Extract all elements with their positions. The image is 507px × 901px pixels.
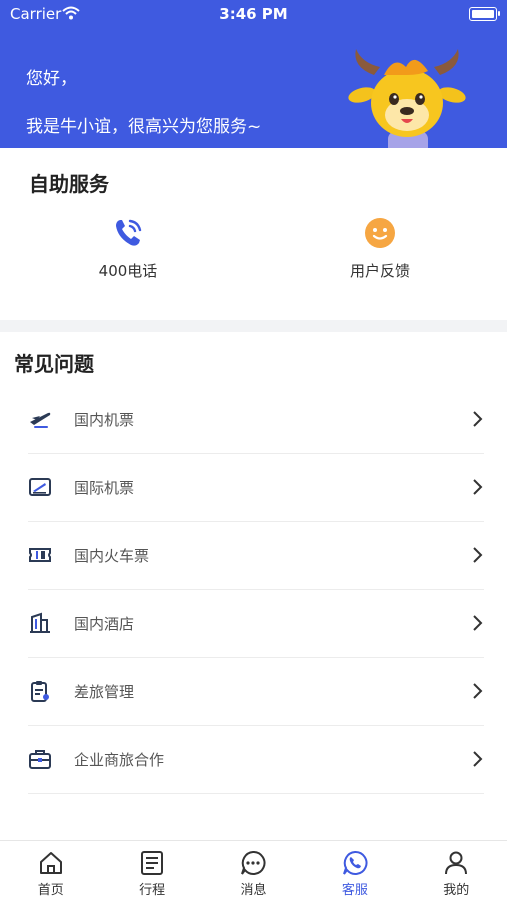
tab-profile[interactable]: 我的 (406, 841, 507, 901)
business-cooperation-icon (29, 750, 51, 769)
greeting-line-2: 我是牛小谊，很高兴为您服务~ (26, 117, 262, 137)
message-icon (241, 850, 266, 875)
status-time: 3:46 PM (219, 5, 288, 23)
chevron-right-icon (473, 479, 483, 495)
chevron-right-icon (473, 683, 483, 699)
phone-400-label: 400电话 (98, 262, 158, 280)
tab-label: 消息 (240, 883, 267, 898)
battery-icon (469, 7, 500, 21)
tab-messages[interactable]: 消息 (203, 841, 304, 901)
chevron-right-icon (473, 615, 483, 631)
domestic-flight-icon (30, 412, 51, 428)
chevron-right-icon (473, 411, 483, 427)
faq-item-label: 国内酒店 (74, 615, 135, 633)
chevron-right-icon (473, 751, 483, 767)
faq-item-international-flight[interactable]: 国际机票 (28, 453, 484, 522)
faq-title: 常见问题 (14, 352, 94, 376)
profile-icon (445, 851, 468, 875)
self-service-section: 自助服务 400电话 用户反馈 (0, 148, 507, 320)
itinerary-icon (141, 851, 164, 875)
tab-label: 客服 (341, 883, 368, 898)
train-ticket-icon (29, 548, 51, 562)
header-banner: Carrier 3:46 PM 您好， 我是牛小谊，很高兴为您服务~ (0, 0, 507, 148)
chevron-right-icon (473, 547, 483, 563)
phone-icon (116, 219, 142, 246)
self-service-title: 自助服务 (29, 172, 109, 196)
customer-service-icon (342, 850, 368, 875)
faq-item-business-cooperation[interactable]: 企业商旅合作 (28, 725, 484, 794)
hotel-icon (30, 612, 50, 633)
phone-400-button[interactable]: 400电话 (48, 216, 208, 281)
tab-customer-service[interactable]: 客服 (304, 841, 405, 901)
faq-item-label: 国内机票 (74, 411, 135, 429)
yak-mascot-image (348, 49, 466, 148)
faq-item-label: 企业商旅合作 (74, 751, 165, 769)
faq-item-hotel[interactable]: 国内酒店 (28, 589, 484, 658)
travel-management-icon (31, 681, 49, 702)
greeting-line-1: 您好， (26, 69, 77, 89)
status-bar: Carrier 3:46 PM (0, 0, 507, 28)
bottom-tab-bar: 首页 行程 消息 客服 我的 (0, 840, 507, 901)
user-feedback-button[interactable]: 用户反馈 (300, 216, 460, 281)
faq-item-domestic-flight[interactable]: 国内机票 (28, 385, 484, 454)
user-feedback-label: 用户反馈 (349, 262, 410, 280)
home-icon (39, 852, 62, 874)
tab-label: 首页 (37, 883, 64, 898)
faq-item-train-ticket[interactable]: 国内火车票 (28, 521, 484, 590)
tab-label: 行程 (139, 883, 166, 898)
international-flight-icon (29, 478, 51, 496)
tab-label: 我的 (443, 883, 470, 898)
section-divider (0, 320, 507, 332)
faq-item-label: 差旅管理 (74, 683, 135, 701)
faq-item-label: 国际机票 (74, 479, 135, 497)
faq-item-travel-management[interactable]: 差旅管理 (28, 657, 484, 726)
faq-item-label: 国内火车票 (74, 547, 150, 565)
feedback-smile-icon (365, 218, 395, 248)
faq-section: 常见问题 国内机票 国际机票 国内火车票 国内酒店 差旅管理 企业商旅合作 (0, 332, 507, 840)
tab-itinerary[interactable]: 行程 (101, 841, 202, 901)
tab-home[interactable]: 首页 (0, 841, 101, 901)
